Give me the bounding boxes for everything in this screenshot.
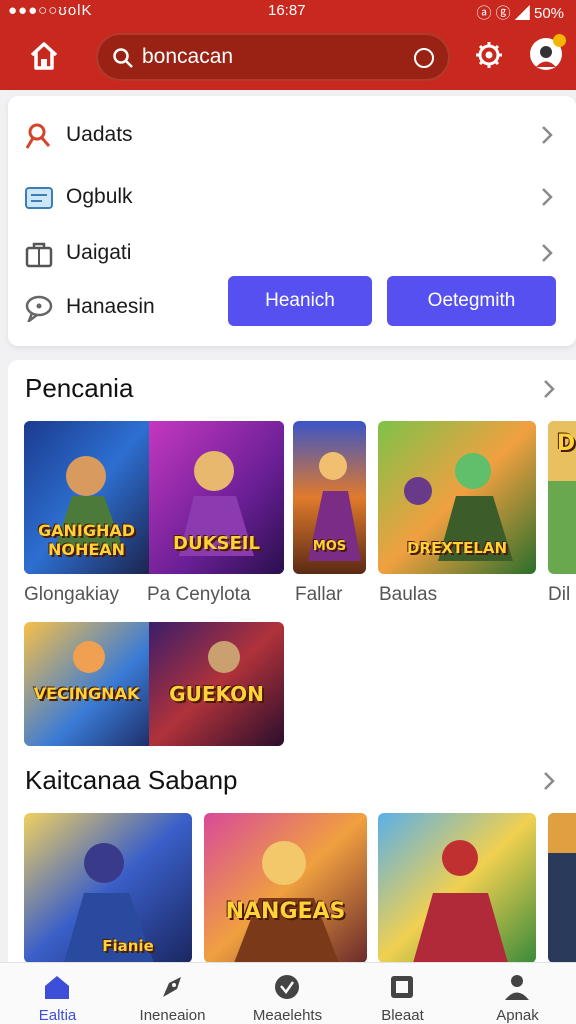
- status-battery: ⓐ ⓖ ◢ 50%: [476, 5, 564, 22]
- game-caption: Glongakiay: [24, 584, 120, 605]
- menu-item-uadats[interactable]: Uadats: [8, 110, 576, 160]
- profile-avatar[interactable]: [530, 34, 566, 70]
- nav-tab-updates[interactable]: Meaelehts: [230, 963, 345, 1024]
- nav-tab-label: Ealtia: [38, 1007, 77, 1024]
- chat-icon: [25, 295, 53, 322]
- game-art-title: D: [556, 431, 576, 456]
- game-tile[interactable]: Fianie: [24, 813, 192, 963]
- home-icon: [30, 42, 58, 70]
- section-title: Kaitcanaa Sabanp: [25, 765, 238, 795]
- card-icon: [25, 187, 53, 209]
- game-art-title: VECINGNAK: [33, 684, 140, 703]
- game-art-title: DUKSEIL: [173, 533, 260, 554]
- game-caption: Pa Cenylota: [147, 584, 251, 605]
- status-bar: ●●●○○ʊolK 16:87 ⓐ ⓖ ◢ 50%: [0, 0, 576, 24]
- nav-tab-label: Ineneaion: [139, 1007, 206, 1024]
- game-tile[interactable]: MOS: [293, 421, 366, 574]
- square-icon: [391, 976, 413, 998]
- menu-item-uaigati[interactable]: Uaigati: [8, 228, 576, 278]
- game-art-title: GUEKON: [169, 682, 264, 706]
- nav-tab-label: Meaelehts: [252, 1007, 323, 1024]
- check-circle-icon: [275, 975, 299, 999]
- game-tile[interactable]: GANIGHAD NOHEAN DUKSEIL: [24, 421, 284, 574]
- rocket-icon: [163, 977, 181, 997]
- game-caption: Dil: [548, 584, 571, 605]
- search-bar[interactable]: [96, 33, 450, 81]
- game-art-title: NANGEAS: [225, 899, 346, 924]
- nav-tab-home[interactable]: Ealtia: [0, 963, 115, 1024]
- search-user-icon: [25, 123, 51, 149]
- game-art-title: MOS: [312, 539, 347, 554]
- status-time: 16:87: [268, 2, 306, 19]
- game-tile[interactable]: VECINGNAK GUEKON: [24, 622, 284, 746]
- game-caption: Fallar: [295, 584, 343, 605]
- nav-tab-label: Apnak: [496, 1007, 539, 1024]
- search-input[interactable]: [142, 43, 392, 71]
- home-button[interactable]: [28, 40, 60, 72]
- chevron-right-icon: [542, 244, 553, 262]
- chevron-right-icon: [542, 188, 553, 206]
- nav-tab-discover[interactable]: Ineneaion: [115, 963, 230, 1024]
- voice-search-icon[interactable]: [414, 48, 434, 68]
- chevron-right-icon[interactable]: [542, 770, 556, 792]
- game-art-title: DREXTELAN: [406, 539, 507, 557]
- home-icon: [45, 976, 69, 999]
- app-header: ●●●○○ʊolK 16:87 ⓐ ⓖ ◢ 50%: [0, 0, 576, 90]
- game-tile[interactable]: [548, 813, 576, 963]
- game-art-title: Fianie: [102, 937, 154, 955]
- settings-button[interactable]: [474, 40, 504, 70]
- section-title: Pencania: [25, 373, 134, 403]
- nav-tab-label: Bleaat: [381, 1007, 424, 1024]
- game-artwork: [548, 813, 576, 963]
- game-tile[interactable]: D: [548, 421, 576, 574]
- game-tile[interactable]: NANGEAS: [204, 813, 367, 963]
- chevron-right-icon[interactable]: [542, 378, 556, 400]
- search-icon: [113, 48, 133, 68]
- game-artwork: [204, 813, 367, 963]
- menu-item-ogbulk[interactable]: Ogbulk: [8, 172, 576, 222]
- chevron-right-icon: [542, 126, 553, 144]
- gear-icon: [476, 42, 502, 68]
- person-icon: [505, 975, 529, 1000]
- menu-item-label: Uaigati: [66, 241, 132, 264]
- game-art-title: GANIGHAD NOHEAN: [37, 521, 136, 559]
- bottom-navigation: Ealtia Ineneaion Meaelehts Bleaat Apnak: [0, 962, 576, 1024]
- menu-item-label: Uadats: [66, 123, 133, 146]
- status-signal: ●●●○○ʊolK: [8, 2, 93, 19]
- menu-item-label: Hanaesin: [66, 295, 155, 318]
- game-tile[interactable]: DREXTELAN: [378, 421, 536, 574]
- game-tile[interactable]: [378, 813, 536, 963]
- nav-tab-library[interactable]: Bleaat: [345, 963, 460, 1024]
- quick-menu: Uadats Ogbulk Uaigati Hanaesin Heanich O…: [8, 96, 576, 346]
- notification-badge: [553, 34, 566, 47]
- content-feed: Pencania GANIGHAD NOHEAN DUKSEIL MOS DRE…: [8, 360, 576, 1024]
- secondary-action-button[interactable]: Oetegmith: [387, 276, 556, 326]
- game-caption: Baulas: [379, 584, 438, 605]
- game-artwork: [378, 813, 536, 963]
- nav-tab-account[interactable]: Apnak: [460, 963, 575, 1024]
- menu-item-label: Ogbulk: [66, 185, 133, 208]
- briefcase-icon: [25, 242, 53, 268]
- primary-action-button[interactable]: Heanich: [228, 276, 372, 326]
